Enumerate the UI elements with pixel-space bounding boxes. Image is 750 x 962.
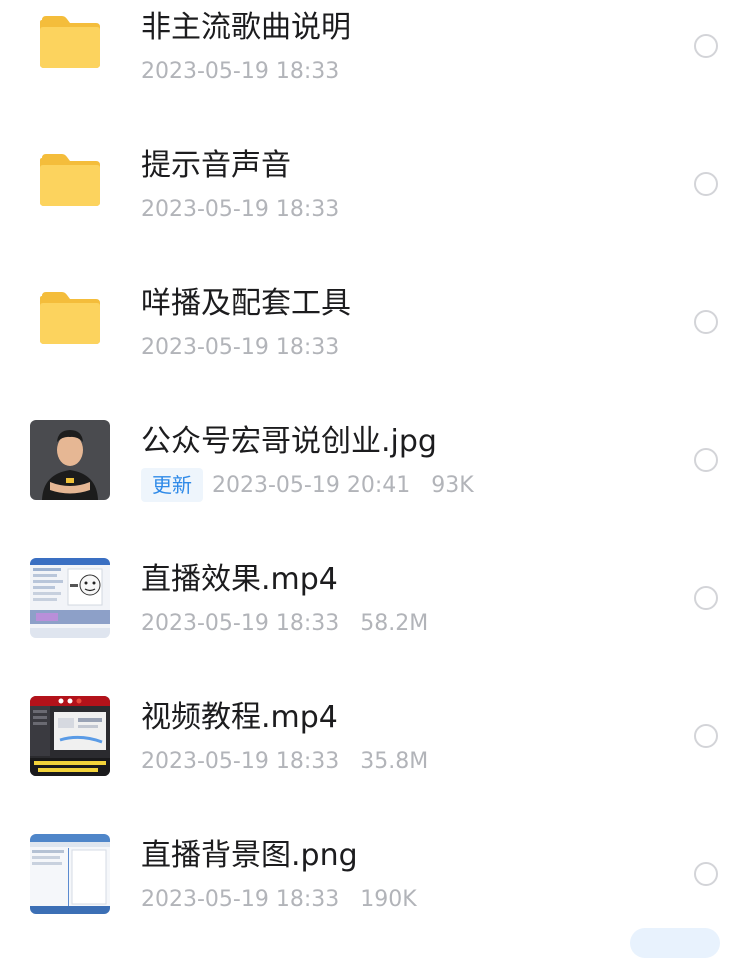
- file-name: 提示音声音: [141, 148, 291, 183]
- file-name: 非主流歌曲说明: [141, 10, 351, 45]
- file-meta: 2023-05-19 18:33 190K: [141, 882, 417, 916]
- file-meta: 2023-05-19 18:33: [141, 192, 339, 226]
- file-meta: 2023-05-19 18:33: [141, 330, 339, 364]
- file-time: 2023-05-19 18:33: [141, 334, 340, 360]
- floating-action-edge: [630, 928, 720, 958]
- select-radio[interactable]: [694, 724, 718, 748]
- file-time: 2023-05-19 18:33: [141, 196, 340, 222]
- select-radio[interactable]: [694, 448, 718, 472]
- select-radio[interactable]: [694, 34, 718, 58]
- list-item[interactable]: 咩播及配套工具 2023-05-19 18:33: [0, 272, 750, 410]
- file-time: 2023-05-19 18:33: [141, 748, 340, 774]
- file-time: 2023-05-19 18:33: [141, 886, 340, 912]
- folder-icon: [38, 152, 102, 216]
- file-size: 190K: [360, 886, 417, 912]
- file-meta: 2023-05-19 18:33: [141, 54, 339, 88]
- video-thumbnail: [30, 558, 110, 638]
- select-radio[interactable]: [694, 172, 718, 196]
- list-item[interactable]: 提示音声音 2023-05-19 18:33: [0, 134, 750, 272]
- file-size: 58.2M: [360, 610, 429, 636]
- file-size: 35.8M: [360, 748, 429, 774]
- file-time: 2023-05-19 20:41: [212, 472, 411, 498]
- file-name: 公众号宏哥说创业.jpg: [141, 424, 437, 459]
- select-radio[interactable]: [694, 310, 718, 334]
- folder-icon: [38, 290, 102, 354]
- update-badge: 更新: [141, 468, 203, 502]
- file-meta: 2023-05-19 18:33 35.8M: [141, 744, 428, 778]
- file-meta: 2023-05-19 18:33 58.2M: [141, 606, 428, 640]
- folder-icon: [38, 14, 102, 78]
- file-time: 2023-05-19 18:33: [141, 58, 340, 84]
- file-name: 视频教程.mp4: [141, 700, 338, 735]
- video-thumbnail: [30, 696, 110, 776]
- list-item[interactable]: 直播效果.mp4 2023-05-19 18:33 58.2M: [0, 548, 750, 686]
- select-radio[interactable]: [694, 586, 718, 610]
- file-name: 咩播及配套工具: [141, 286, 351, 321]
- file-time: 2023-05-19 18:33: [141, 610, 340, 636]
- file-size: 93K: [431, 472, 474, 498]
- file-meta: 更新 2023-05-19 20:41 93K: [141, 468, 474, 502]
- list-item[interactable]: 非主流歌曲说明 2023-05-19 18:33: [0, 0, 750, 134]
- file-name: 直播背景图.png: [141, 838, 358, 873]
- list-item[interactable]: 视频教程.mp4 2023-05-19 18:33 35.8M: [0, 686, 750, 824]
- avatar-thumbnail: [30, 420, 110, 500]
- select-radio[interactable]: [694, 862, 718, 886]
- image-thumbnail: [30, 834, 110, 914]
- list-item[interactable]: 公众号宏哥说创业.jpg 更新 2023-05-19 20:41 93K: [0, 410, 750, 548]
- file-name: 直播效果.mp4: [141, 562, 338, 597]
